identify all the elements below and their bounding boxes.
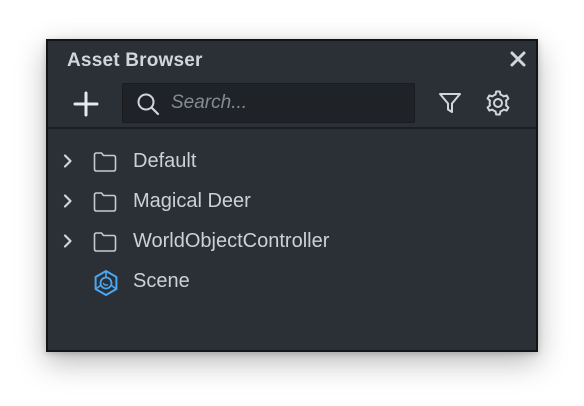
folder-icon	[92, 189, 118, 215]
tree-item-label: Magical Deer	[133, 190, 251, 212]
folder-icon	[92, 229, 118, 255]
tree-item-label: Scene	[133, 270, 190, 292]
tree-item-world-object-controller[interactable]: WorldObjectController	[48, 223, 536, 263]
plus-icon	[73, 91, 99, 117]
filter-button[interactable]	[437, 90, 463, 116]
asset-tree: Default Magical Deer WorldObjectControll…	[48, 143, 536, 303]
close-icon[interactable]	[508, 49, 528, 69]
filter-icon	[439, 93, 461, 113]
search-icon	[136, 92, 160, 116]
tree-item-default[interactable]: Default	[48, 143, 536, 183]
search-input[interactable]	[171, 89, 401, 117]
folder-icon	[92, 149, 118, 175]
tree-item-magical-deer[interactable]: Magical Deer	[48, 183, 536, 223]
panel-toolbar	[48, 79, 536, 129]
panel-title: Asset Browser	[67, 50, 203, 71]
settings-button[interactable]	[484, 89, 512, 117]
gear-icon	[486, 90, 510, 116]
tree-item-scene[interactable]: Scene	[48, 263, 536, 303]
asset-browser-panel: Asset Browser Search... Default Magical …	[46, 39, 538, 352]
panel-titlebar: Asset Browser	[48, 41, 536, 79]
add-asset-button[interactable]	[72, 90, 100, 118]
tree-item-label: Default	[133, 150, 197, 172]
chevron-right-icon[interactable]	[60, 233, 76, 249]
search-box[interactable]	[122, 83, 415, 123]
scene-icon	[92, 269, 118, 296]
tree-item-label: WorldObjectController	[133, 230, 330, 252]
chevron-right-icon[interactable]	[60, 153, 76, 169]
chevron-right-icon[interactable]	[60, 193, 76, 209]
